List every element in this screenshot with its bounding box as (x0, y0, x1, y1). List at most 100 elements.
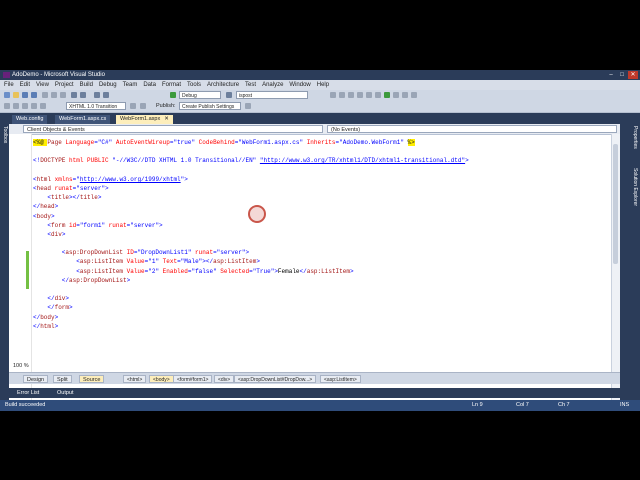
vertical-scroll-thumb[interactable] (613, 144, 618, 264)
paste-icon[interactable] (60, 92, 66, 98)
menu-tools[interactable]: Tools (187, 82, 201, 88)
solution-explorer-tab[interactable]: Solution Explorer (632, 168, 638, 206)
code-text[interactable]: <%@ Page Language="C#" AutoEventWireup="… (33, 138, 613, 331)
breadcrumb-div[interactable]: <div> (214, 375, 235, 383)
code-line: </form> (33, 304, 73, 312)
events-select[interactable]: (No Events) (327, 125, 617, 133)
code-line: </asp:DropDownList> (33, 276, 131, 284)
new-project-icon[interactable] (4, 92, 10, 98)
close-tab-icon[interactable]: ✕ (164, 116, 169, 122)
code-editor[interactable]: Client Objects & Events (No Events) <%@ … (9, 124, 620, 411)
navigate-forward-icon[interactable] (103, 92, 109, 98)
menu-project[interactable]: Project (55, 82, 74, 88)
web-one-click-publish-icon[interactable] (140, 103, 146, 109)
navigate-backward-icon[interactable] (94, 92, 100, 98)
tab-webform1-aspx[interactable]: WebForm1.aspx ✕ (116, 115, 173, 124)
save-icon[interactable] (22, 92, 28, 98)
menu-edit[interactable]: Edit (20, 82, 30, 88)
publish-settings-select[interactable]: Create Publish Settings (179, 102, 241, 110)
toolbar-icon-7[interactable] (384, 92, 390, 98)
toolbar-icon-1[interactable] (330, 92, 336, 98)
zoom-level[interactable]: 100 % (13, 363, 29, 369)
menu-view[interactable]: View (36, 82, 49, 88)
minimize-button[interactable]: – (606, 71, 616, 79)
menu-build[interactable]: Build (80, 82, 93, 88)
properties-tab[interactable]: Properties (632, 126, 638, 149)
toolbar-icon-3[interactable] (348, 92, 354, 98)
menu-debug[interactable]: Debug (99, 82, 117, 88)
visual-studio-logo-icon (3, 72, 10, 78)
code-line: <html xmlns="http://www.w3.org/1999/xhtm… (33, 175, 188, 183)
code-line: <%@ Page Language="C#" AutoEventWireup="… (33, 139, 415, 146)
undo-icon[interactable] (71, 92, 77, 98)
toolbox-tab[interactable]: Toolbox (2, 126, 8, 143)
status-message: Build succeeded (5, 402, 46, 408)
tab-label: WebForm1.aspx (120, 116, 161, 122)
target-schema-select[interactable]: XHTML 1.0 Transition (66, 102, 126, 110)
toolbar-icon-8[interactable] (393, 92, 399, 98)
right-dock-strip: Properties Solution Explorer (630, 124, 640, 394)
tab-webform1-aspx-cs[interactable]: WebForm1.aspx.cs (55, 115, 111, 124)
output-tab[interactable]: Output (54, 389, 77, 397)
tab-web-config[interactable]: Web.config (12, 115, 48, 124)
toolbar-icon-9[interactable] (402, 92, 408, 98)
start-debugging-icon[interactable] (170, 92, 176, 98)
code-line: <div> (33, 230, 66, 238)
breadcrumb-html[interactable]: <html> (123, 375, 147, 383)
code-line: <asp:ListItem Value="1" Text="Male"></as… (33, 258, 260, 266)
menu-window[interactable]: Window (289, 82, 310, 88)
toolbar-icon-2[interactable] (339, 92, 345, 98)
menu-file[interactable]: File (4, 82, 14, 88)
maximize-button[interactable]: □ (617, 71, 627, 79)
solution-configuration-select[interactable]: Debug (179, 91, 221, 99)
menu-architecture[interactable]: Architecture (207, 82, 239, 88)
code-line: <head runat="server"> (33, 184, 109, 192)
copy-icon[interactable] (51, 92, 57, 98)
menu-format[interactable]: Format (162, 82, 181, 88)
toolbar-icon-4[interactable] (357, 92, 363, 98)
code-line: </body> (33, 313, 59, 321)
status-insert-mode: INS (620, 402, 630, 408)
menu-analyze[interactable]: Analyze (262, 82, 283, 88)
uncomment-icon[interactable] (13, 103, 19, 109)
code-line: </head> (33, 203, 59, 211)
indent-icon[interactable] (31, 103, 37, 109)
cut-icon[interactable] (42, 92, 48, 98)
publish-web-icon[interactable] (245, 103, 251, 109)
menu-team[interactable]: Team (123, 82, 138, 88)
validate-icon[interactable] (40, 103, 46, 109)
change-tracking-bar (26, 251, 29, 289)
toolbar-icon-5[interactable] (366, 92, 372, 98)
menu-data[interactable]: Data (143, 82, 156, 88)
split-view-button[interactable]: Split (53, 375, 72, 383)
save-all-icon[interactable] (31, 92, 37, 98)
close-button[interactable]: ✕ (628, 71, 638, 79)
source-view-button[interactable]: Source (79, 375, 105, 383)
toolbar-icon-6[interactable] (375, 92, 381, 98)
client-objects-select[interactable]: Client Objects & Events (23, 125, 323, 133)
breadcrumb-form[interactable]: <form#form1> (173, 375, 213, 383)
open-file-icon[interactable] (13, 92, 19, 98)
format-icon[interactable] (22, 103, 28, 109)
code-line: <title></title> (33, 194, 102, 202)
breadcrumb-dropdownlist[interactable]: <asp:DropDownList#DropDow...> (234, 375, 317, 383)
vertical-scrollbar[interactable] (611, 134, 620, 411)
breadcrumb-body[interactable]: <body> (149, 375, 174, 383)
menu-help[interactable]: Help (317, 82, 329, 88)
error-list-tab[interactable]: Error List (14, 389, 42, 397)
redo-icon[interactable] (80, 92, 86, 98)
menu-bar: File Edit View Project Build Debug Team … (0, 80, 640, 90)
find-icon[interactable] (226, 92, 232, 98)
status-char: Ch 7 (558, 402, 570, 408)
comment-icon[interactable] (4, 103, 10, 109)
toolbar-icon-10[interactable] (411, 92, 417, 98)
design-view-button[interactable]: Design (23, 375, 49, 383)
schema-options-icon[interactable] (130, 103, 136, 109)
mouse-cursor-highlight (248, 205, 266, 223)
title-bar: AdoDemo - Microsoft Visual Studio – □ ✕ (0, 70, 640, 80)
breadcrumb-listitem[interactable]: <asp:ListItem> (320, 375, 361, 383)
find-input[interactable]: ispost (236, 91, 308, 99)
window-controls: – □ ✕ (605, 71, 638, 79)
menu-test[interactable]: Test (245, 82, 256, 88)
